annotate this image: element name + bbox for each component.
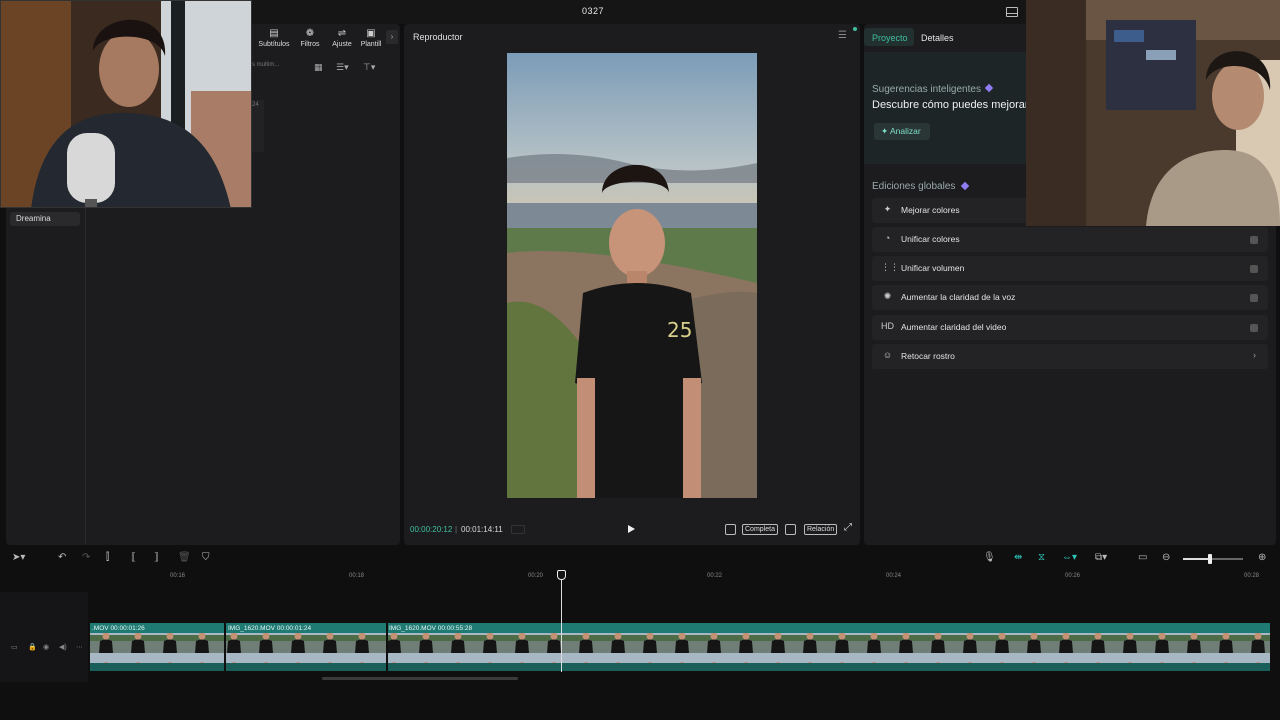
marker-icon[interactable]: ⛉ <box>202 552 210 563</box>
undo-icon[interactable]: ↶ <box>58 552 66 563</box>
trim-left-icon[interactable]: ⟦ <box>131 552 136 563</box>
ruler-tick: 00:28 <box>1244 573 1260 579</box>
global-edit-video-clarity[interactable]: HD Aumentar claridad del video <box>872 315 1268 340</box>
global-edit-unify-colors[interactable]: ◔ Unificar colores <box>872 227 1268 252</box>
timeline-ruler[interactable] <box>88 571 1280 583</box>
zoom-in-icon[interactable]: ⊕ <box>1258 552 1266 563</box>
ruler-tick: 00:18 <box>349 573 365 579</box>
global-edit-unify-volume[interactable]: ⋮⋮ Unificar volumen <box>872 256 1268 281</box>
zoom-out-icon[interactable]: ⊖ <box>1162 552 1170 563</box>
ruler-tick: 00:22 <box>707 573 723 579</box>
volume-sliders-icon: ⋮⋮ <box>881 262 899 272</box>
ruler-tick: 00:24 <box>886 573 902 579</box>
toggle[interactable] <box>1250 236 1258 244</box>
timecode-format-icon[interactable] <box>511 525 525 534</box>
global-edit-face-retouch[interactable]: ☺ Retocar rostro › <box>872 344 1268 369</box>
chevron-right-icon: › <box>1253 350 1256 360</box>
toggle[interactable] <box>1250 324 1258 332</box>
hd-icon: HD <box>881 321 894 331</box>
clip-label: IMG_1620.MOV 00:00:01:24 <box>228 625 312 632</box>
svg-text:25: 25 <box>667 318 692 342</box>
split-icon[interactable]: ⫿ <box>106 552 109 563</box>
lock-icon[interactable]: 🔒 <box>28 643 37 651</box>
layout-icon[interactable] <box>1006 7 1018 17</box>
side-label: 24 <box>252 100 264 152</box>
redo-icon[interactable]: ↷ <box>82 552 90 563</box>
clip-label: IMG_1620.MOV 00:00:55:28 <box>389 625 473 632</box>
player-title: Reproductor <box>413 32 463 42</box>
player-menu-icon[interactable]: ☰ <box>838 30 847 41</box>
timeline-toolbar <box>0 549 1280 569</box>
face-retouch-icon: ☺ <box>882 350 893 360</box>
crop-icon[interactable] <box>725 524 736 535</box>
play-button[interactable] <box>624 522 638 536</box>
tab-detalles[interactable]: Detalles <box>921 33 954 43</box>
ruler-tick: 00:20 <box>528 573 544 579</box>
track-cover-icon[interactable]: ▭ <box>11 643 18 651</box>
playhead-handle[interactable] <box>557 570 566 580</box>
timecode-separator: | <box>455 525 458 534</box>
webcam-left <box>0 0 252 208</box>
voice-clarity-icon: ✺ <box>883 291 892 301</box>
webcam-right-image <box>1026 0 1280 226</box>
trim-right-icon[interactable]: ⟧ <box>154 552 159 563</box>
zoom-slider-handle[interactable] <box>1208 554 1212 564</box>
select-tool-icon[interactable]: ➤▾ <box>12 552 25 563</box>
tab-proyecto[interactable]: Proyecto <box>872 33 908 43</box>
webcam-left-image <box>1 1 251 207</box>
microphone-icon[interactable]: 🎙 <box>983 552 996 563</box>
playhead[interactable] <box>561 570 562 672</box>
sparkle-icon: ✦ <box>881 126 891 136</box>
clip-label: .MOV 00:00:01:26 <box>92 625 145 632</box>
snapshot-icon[interactable] <box>785 524 796 535</box>
fullscreen-icon[interactable]: ⤢ <box>844 522 852 533</box>
analyze-button[interactable]: ✦ Analizar <box>874 123 930 140</box>
magnet-icon[interactable]: ⧖ <box>1038 552 1045 563</box>
subtitles-icon: ▤ <box>269 28 279 39</box>
toggle[interactable] <box>1250 265 1258 273</box>
filter-icon[interactable]: ⊤▾ <box>363 62 375 73</box>
track-header <box>0 592 88 682</box>
toggle[interactable] <box>1250 294 1258 302</box>
templates-tool-button[interactable]: ▣ Plantill <box>356 28 386 52</box>
grid-view-icon[interactable]: ▦ <box>314 62 323 73</box>
templates-icon: ▣ <box>366 28 376 39</box>
volume-icon[interactable]: ◀) <box>59 643 67 651</box>
tools-scroll-right-icon[interactable]: › <box>386 30 398 44</box>
smart-suggestions-text: Descubre cómo puedes mejorar <box>872 99 1026 111</box>
sort-icon[interactable]: ☰▾ <box>336 62 349 73</box>
caption-icon[interactable]: ▭ <box>1138 552 1147 563</box>
video-preview[interactable]: 25 <box>507 53 757 498</box>
sidebar-item-dreamina[interactable]: Dreamina <box>10 212 80 226</box>
subtitles-tool-button[interactable]: ▤ Subtítulos <box>254 28 294 52</box>
unify-colors-icon: ◔ <box>884 233 891 243</box>
global-edit-voice-clarity[interactable]: ✺ Aumentar la claridad de la voz <box>872 285 1268 310</box>
current-timecode: 00:00:20:12 <box>410 525 453 534</box>
total-timecode: 00:01:14:11 <box>461 525 503 534</box>
ruler-tick: 00:16 <box>170 573 186 579</box>
eye-icon[interactable]: ◉ <box>43 643 49 651</box>
timeline-scrollbar[interactable] <box>322 677 518 680</box>
media-search-input[interactable]: s multim... <box>252 62 298 74</box>
smart-suggestions-title: Sugerencias inteligentes <box>872 84 981 95</box>
more-icon[interactable]: ⋯ <box>76 643 83 651</box>
status-dot <box>853 27 857 31</box>
enhance-colors-icon: ✦ <box>883 204 892 214</box>
ratio-button[interactable]: Relación <box>804 524 838 535</box>
snap-icon[interactable]: ⇔▾ <box>1062 552 1077 563</box>
ruler-tick: 00:26 <box>1065 573 1081 579</box>
webcam-right <box>1026 0 1280 226</box>
link-icon[interactable]: ⇹ <box>1014 552 1022 563</box>
preview-axis-icon[interactable]: ⧉▾ <box>1095 552 1107 563</box>
delete-icon[interactable]: 🗑 <box>178 552 191 563</box>
complete-button[interactable]: Completa <box>742 524 778 535</box>
video-frame-image: 25 <box>507 53 757 498</box>
zoom-slider-fill <box>1183 558 1211 560</box>
global-edits-title: Ediciones globales <box>872 181 956 192</box>
media-sidebar <box>6 208 86 545</box>
